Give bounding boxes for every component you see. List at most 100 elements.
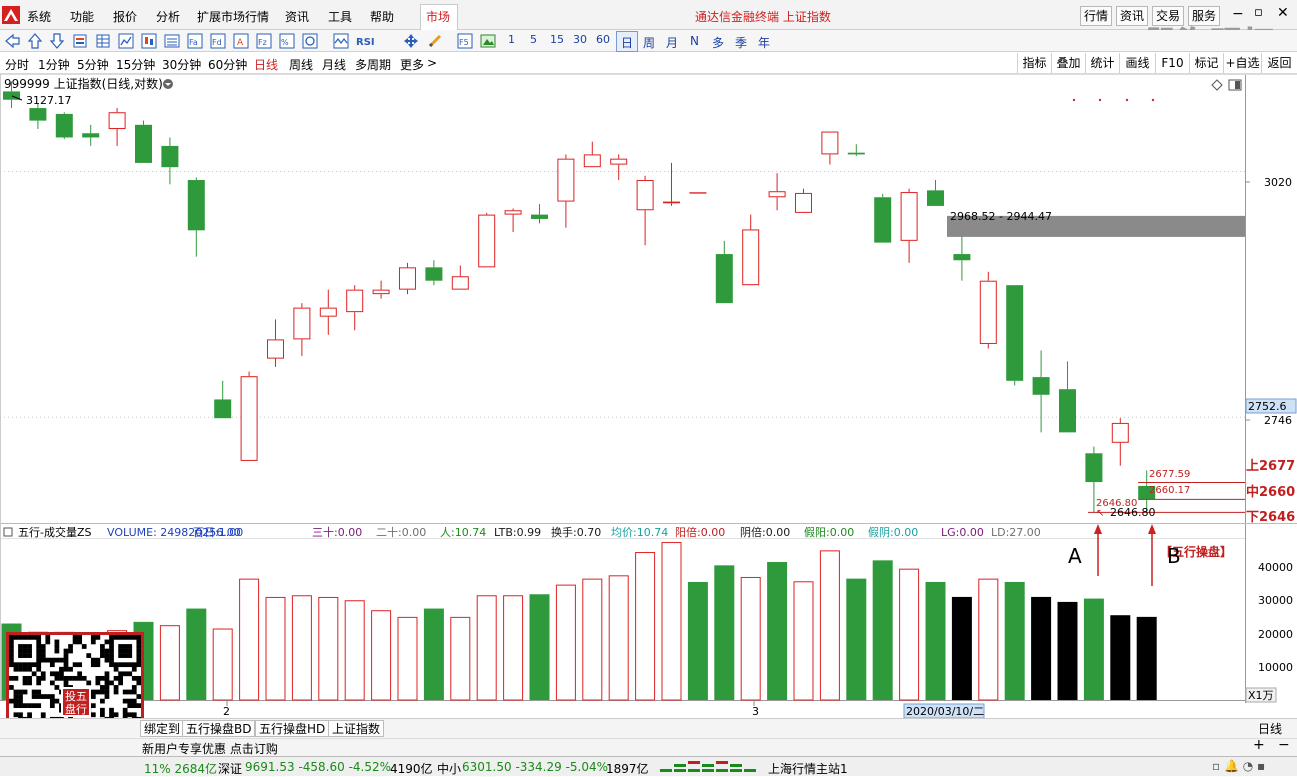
period-30min[interactable]: 30分钟 bbox=[162, 56, 201, 73]
list-icon[interactable] bbox=[164, 33, 180, 49]
add-icon[interactable]: + bbox=[1253, 737, 1265, 753]
wave-icon[interactable] bbox=[333, 33, 349, 49]
period-year[interactable]: 年 bbox=[758, 34, 770, 51]
status-icons[interactable]: ▫ 🔔 ◔ ▪ bbox=[1212, 759, 1265, 773]
candle[interactable] bbox=[161, 137, 179, 185]
candle[interactable] bbox=[29, 103, 47, 130]
close-icon[interactable]: ✕ bbox=[1277, 5, 1289, 21]
cycle-15[interactable]: 15 bbox=[550, 33, 564, 46]
period-1min[interactable]: 1分钟 bbox=[38, 56, 70, 73]
statistics-button[interactable]: 统计 bbox=[1085, 53, 1119, 73]
candle[interactable] bbox=[663, 162, 680, 206]
menu-help[interactable]: 帮助 bbox=[370, 8, 394, 25]
f10-icon[interactable]: Fa bbox=[187, 33, 203, 49]
menu-system[interactable]: 系统 bbox=[27, 8, 51, 25]
candle[interactable] bbox=[557, 154, 575, 228]
candle[interactable] bbox=[927, 180, 944, 206]
candle[interactable] bbox=[1059, 361, 1076, 433]
chevron-right-icon[interactable]: > bbox=[427, 56, 437, 70]
vol-panel-icon[interactable] bbox=[3, 527, 13, 537]
period-week[interactable]: 周 bbox=[643, 34, 655, 51]
candle[interactable] bbox=[267, 319, 284, 367]
menu-function[interactable]: 功能 bbox=[70, 8, 94, 25]
candle[interactable] bbox=[531, 204, 548, 224]
candle[interactable] bbox=[1006, 285, 1024, 386]
menu-analysis[interactable]: 分析 bbox=[156, 8, 180, 25]
candle[interactable] bbox=[82, 124, 100, 146]
candle[interactable] bbox=[953, 236, 971, 281]
circle-icon[interactable] bbox=[302, 33, 318, 49]
tab-shanghai-index[interactable]: 上证指数 bbox=[328, 720, 385, 737]
candle[interactable] bbox=[583, 141, 601, 168]
candle[interactable] bbox=[214, 380, 232, 419]
candle[interactable] bbox=[610, 154, 628, 181]
period-60min[interactable]: 60分钟 bbox=[208, 56, 247, 73]
diamond-icon[interactable] bbox=[1211, 79, 1223, 91]
menu-tools[interactable]: 工具 bbox=[328, 8, 352, 25]
up-arrow-icon[interactable] bbox=[27, 33, 43, 49]
menu-news[interactable]: 资讯 bbox=[285, 8, 309, 25]
candle[interactable] bbox=[636, 175, 654, 246]
right-button-quotes[interactable]: 行情 bbox=[1080, 6, 1112, 26]
tab-wuxing-bd[interactable]: 五行操盘BD bbox=[182, 720, 256, 737]
candle[interactable] bbox=[795, 188, 812, 213]
zx-index-name[interactable]: 中小 bbox=[437, 760, 461, 777]
fz-icon[interactable]: Fz bbox=[256, 33, 272, 49]
percent-icon[interactable]: % bbox=[279, 33, 295, 49]
draw-line-button[interactable]: 画线 bbox=[1119, 53, 1155, 73]
back-arrow-icon[interactable] bbox=[4, 33, 20, 49]
candle[interactable] bbox=[821, 131, 839, 165]
cycle-30[interactable]: 30 bbox=[573, 33, 587, 46]
candle[interactable] bbox=[874, 193, 892, 243]
period-monthly[interactable]: 月线 bbox=[322, 56, 346, 73]
finance-icon[interactable]: Fd bbox=[210, 33, 226, 49]
menu-extended-market[interactable]: 扩展市场行情 bbox=[197, 8, 269, 25]
candle[interactable] bbox=[979, 271, 997, 349]
f5-icon[interactable]: F5 bbox=[457, 33, 473, 49]
period-month[interactable]: 月 bbox=[666, 34, 678, 51]
report-icon[interactable] bbox=[72, 33, 88, 49]
candle[interactable] bbox=[900, 188, 918, 263]
return-button[interactable]: 返回 bbox=[1261, 53, 1297, 73]
candle[interactable] bbox=[715, 240, 733, 304]
image-icon[interactable] bbox=[480, 33, 496, 49]
candle[interactable] bbox=[135, 120, 152, 163]
chart-area[interactable]: 999999 上证指数(日线,对数) 3127.17 3020 2746 275… bbox=[0, 74, 1297, 718]
cycle-1[interactable]: 1 bbox=[508, 33, 515, 46]
candle[interactable] bbox=[451, 265, 469, 290]
period-weekly[interactable]: 周线 bbox=[289, 56, 313, 73]
candle-chart-icon[interactable] bbox=[141, 33, 157, 49]
candle[interactable] bbox=[187, 177, 205, 257]
candle[interactable] bbox=[1032, 350, 1050, 433]
mark-button[interactable]: 标记 bbox=[1189, 53, 1223, 73]
add-favorite-button[interactable]: +自选 bbox=[1223, 53, 1261, 73]
menu-quote[interactable]: 报价 bbox=[113, 8, 137, 25]
candle[interactable] bbox=[240, 371, 258, 461]
candle[interactable] bbox=[742, 214, 760, 286]
info-icon[interactable]: A bbox=[233, 33, 249, 49]
tab-bind[interactable]: 绑定到 bbox=[140, 720, 185, 737]
candle[interactable] bbox=[108, 108, 126, 146]
overlay-button[interactable]: 叠加 bbox=[1051, 53, 1085, 73]
candle[interactable] bbox=[346, 285, 364, 331]
candle[interactable] bbox=[504, 208, 522, 233]
tab-wuxing-hd[interactable]: 五行操盘HD bbox=[255, 720, 330, 737]
period-daily[interactable]: 日线 bbox=[254, 56, 278, 73]
period-more[interactable]: 更多 bbox=[400, 56, 424, 73]
candle[interactable] bbox=[399, 262, 416, 295]
line-chart-icon[interactable] bbox=[118, 33, 134, 49]
tab-right-label[interactable]: 日线 bbox=[1258, 720, 1282, 737]
right-button-news[interactable]: 资讯 bbox=[1116, 6, 1148, 26]
sz-index-name[interactable]: 深证 bbox=[218, 760, 242, 777]
period-multi[interactable]: 多 bbox=[712, 34, 724, 51]
indicator-button[interactable]: 指标 bbox=[1017, 53, 1051, 73]
candle[interactable] bbox=[319, 289, 337, 335]
period-5min[interactable]: 5分钟 bbox=[77, 56, 109, 73]
period-15min[interactable]: 15分钟 bbox=[116, 56, 155, 73]
down-arrow-icon[interactable] bbox=[49, 33, 65, 49]
f10-button[interactable]: F10 bbox=[1155, 53, 1189, 73]
candle[interactable] bbox=[1111, 418, 1129, 466]
promo-link[interactable]: 新用户专享优惠 点击订购 bbox=[142, 740, 278, 757]
move-icon[interactable] bbox=[403, 33, 419, 49]
period-n[interactable]: N bbox=[690, 34, 699, 48]
